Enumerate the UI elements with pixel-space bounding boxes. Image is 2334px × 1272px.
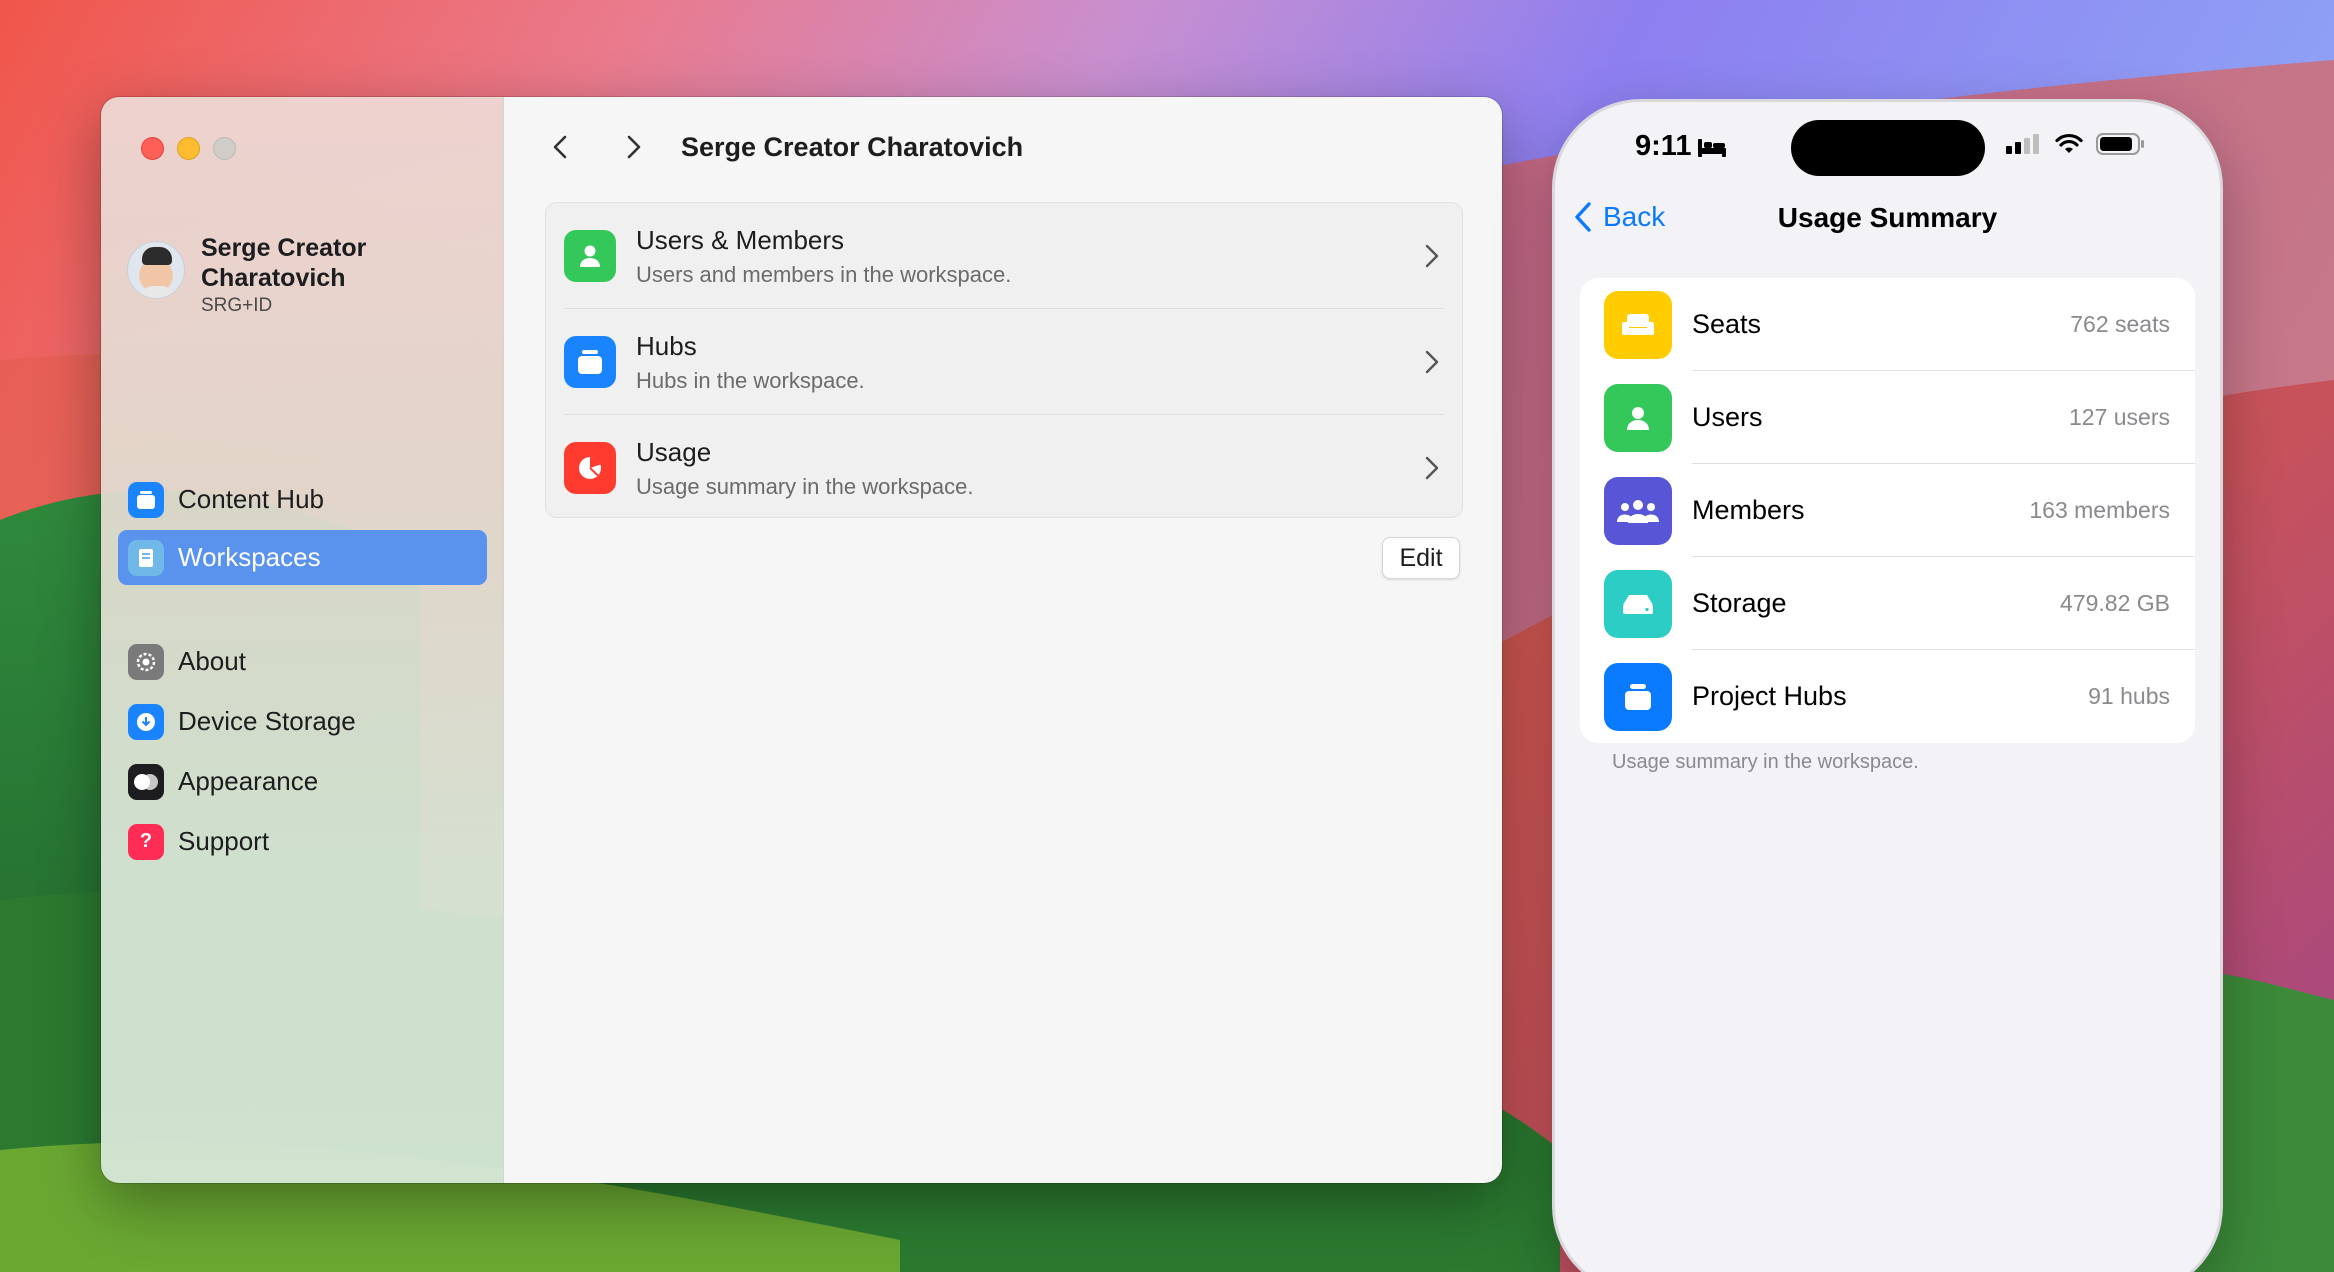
maximize-window-button[interactable] xyxy=(213,137,236,160)
person-icon xyxy=(564,230,616,282)
list-item-value: 163 members xyxy=(2029,497,2170,523)
row-subtitle: Hubs in the workspace. xyxy=(636,367,865,393)
appearance-icon xyxy=(128,763,164,800)
drive-icon xyxy=(1604,569,1672,638)
list-item-label: Users xyxy=(1692,402,1763,432)
row-users-members[interactable]: Users & Members Users and members in the… xyxy=(546,203,1462,309)
settings-list: Users & Members Users and members in the… xyxy=(545,202,1463,518)
group-icon xyxy=(1604,476,1672,545)
sidebar: Serge Creator Charatovich SRG+ID Content… xyxy=(101,97,504,1183)
chevron-right-icon xyxy=(1425,244,1439,268)
list-item-value: 127 users xyxy=(2068,404,2170,430)
usage-list: Seats 762 seats Users 127 users Members … xyxy=(1580,278,2195,743)
hub-icon xyxy=(564,336,616,388)
list-item-value: 762 seats xyxy=(2070,311,2170,337)
nav-title: Usage Summary xyxy=(1777,202,1998,233)
status-icons xyxy=(2006,132,2146,156)
profile-id: SRG+ID xyxy=(201,295,273,316)
list-item-storage[interactable]: Storage 479.82 GB xyxy=(1580,557,2195,650)
iphone-screen: 9:11 Back Usage Summary Seats 762 seats … xyxy=(1555,102,2220,1272)
cellular-signal-icon xyxy=(2006,134,2039,154)
chevron-right-icon xyxy=(1425,350,1439,374)
list-item-members[interactable]: Members 163 members xyxy=(1580,464,2195,557)
list-item-value: 91 hubs xyxy=(2088,683,2170,709)
navigation-arrows xyxy=(544,130,650,164)
page-title: Serge Creator Charatovich xyxy=(681,132,1024,162)
sidebar-item-label: Workspaces xyxy=(178,542,321,572)
download-icon xyxy=(128,703,164,740)
list-item-label: Members xyxy=(1692,495,1805,525)
list-item-seats[interactable]: Seats 762 seats xyxy=(1580,278,2195,371)
sidebar-item-support[interactable]: ? Support xyxy=(118,814,487,869)
sidebar-item-label: About xyxy=(178,646,246,676)
sleep-focus-icon xyxy=(1698,139,1726,157)
forward-arrow-icon[interactable] xyxy=(616,130,650,164)
row-hubs[interactable]: Hubs Hubs in the workspace. xyxy=(546,309,1462,415)
back-arrow-icon[interactable] xyxy=(544,130,578,164)
row-title: Users & Members xyxy=(636,224,845,255)
sidebar-item-appearance[interactable]: Appearance xyxy=(118,754,487,809)
chevron-right-icon xyxy=(1425,456,1439,480)
person-icon xyxy=(1604,383,1672,452)
list-item-label: Storage xyxy=(1692,588,1787,618)
dynamic-island xyxy=(1791,120,1985,176)
pie-chart-icon xyxy=(564,442,616,494)
minimize-window-button[interactable] xyxy=(177,137,200,160)
gear-icon xyxy=(128,643,164,680)
question-icon: ? xyxy=(128,823,164,860)
sidebar-item-content-hub[interactable]: Content Hub xyxy=(118,472,487,527)
sidebar-item-label: Device Storage xyxy=(178,706,356,736)
row-title: Usage xyxy=(636,436,712,467)
profile-card[interactable]: Serge Creator Charatovich SRG+ID xyxy=(127,233,401,317)
hub-icon xyxy=(1604,662,1672,731)
sidebar-item-label: Appearance xyxy=(178,766,319,796)
wifi-icon xyxy=(2055,133,2083,153)
row-subtitle: Usage summary in the workspace. xyxy=(636,473,974,499)
sidebar-item-about[interactable]: About xyxy=(118,634,487,689)
list-item-users[interactable]: Users 127 users xyxy=(1580,371,2195,464)
sidebar-item-label: Support xyxy=(178,826,270,856)
battery-icon xyxy=(2096,133,2144,155)
close-window-button[interactable] xyxy=(141,137,164,160)
profile-name: Serge Creator Charatovich xyxy=(201,234,367,292)
workspace-icon xyxy=(128,539,164,576)
list-footer: Usage summary in the workspace. xyxy=(1612,751,1919,773)
row-usage[interactable]: Usage Usage summary in the workspace. xyxy=(546,415,1462,521)
row-title: Hubs xyxy=(636,330,697,361)
edit-button[interactable]: Edit xyxy=(1382,537,1460,579)
avatar xyxy=(127,241,185,299)
list-item-label: Project Hubs xyxy=(1692,681,1847,711)
row-subtitle: Users and members in the workspace. xyxy=(636,261,1012,287)
status-time: 9:11 xyxy=(1635,130,1692,162)
window-controls xyxy=(141,137,236,160)
hub-icon xyxy=(128,481,164,518)
sidebar-item-device-storage[interactable]: Device Storage xyxy=(118,694,487,749)
list-item-project-hubs[interactable]: Project Hubs 91 hubs xyxy=(1580,650,2195,743)
list-item-value: 479.82 GB xyxy=(2060,590,2170,616)
sidebar-item-label: Content Hub xyxy=(178,484,324,514)
list-item-label: Seats xyxy=(1692,309,1762,339)
seat-icon xyxy=(1604,290,1672,359)
sidebar-item-workspaces[interactable]: Workspaces xyxy=(118,530,487,585)
